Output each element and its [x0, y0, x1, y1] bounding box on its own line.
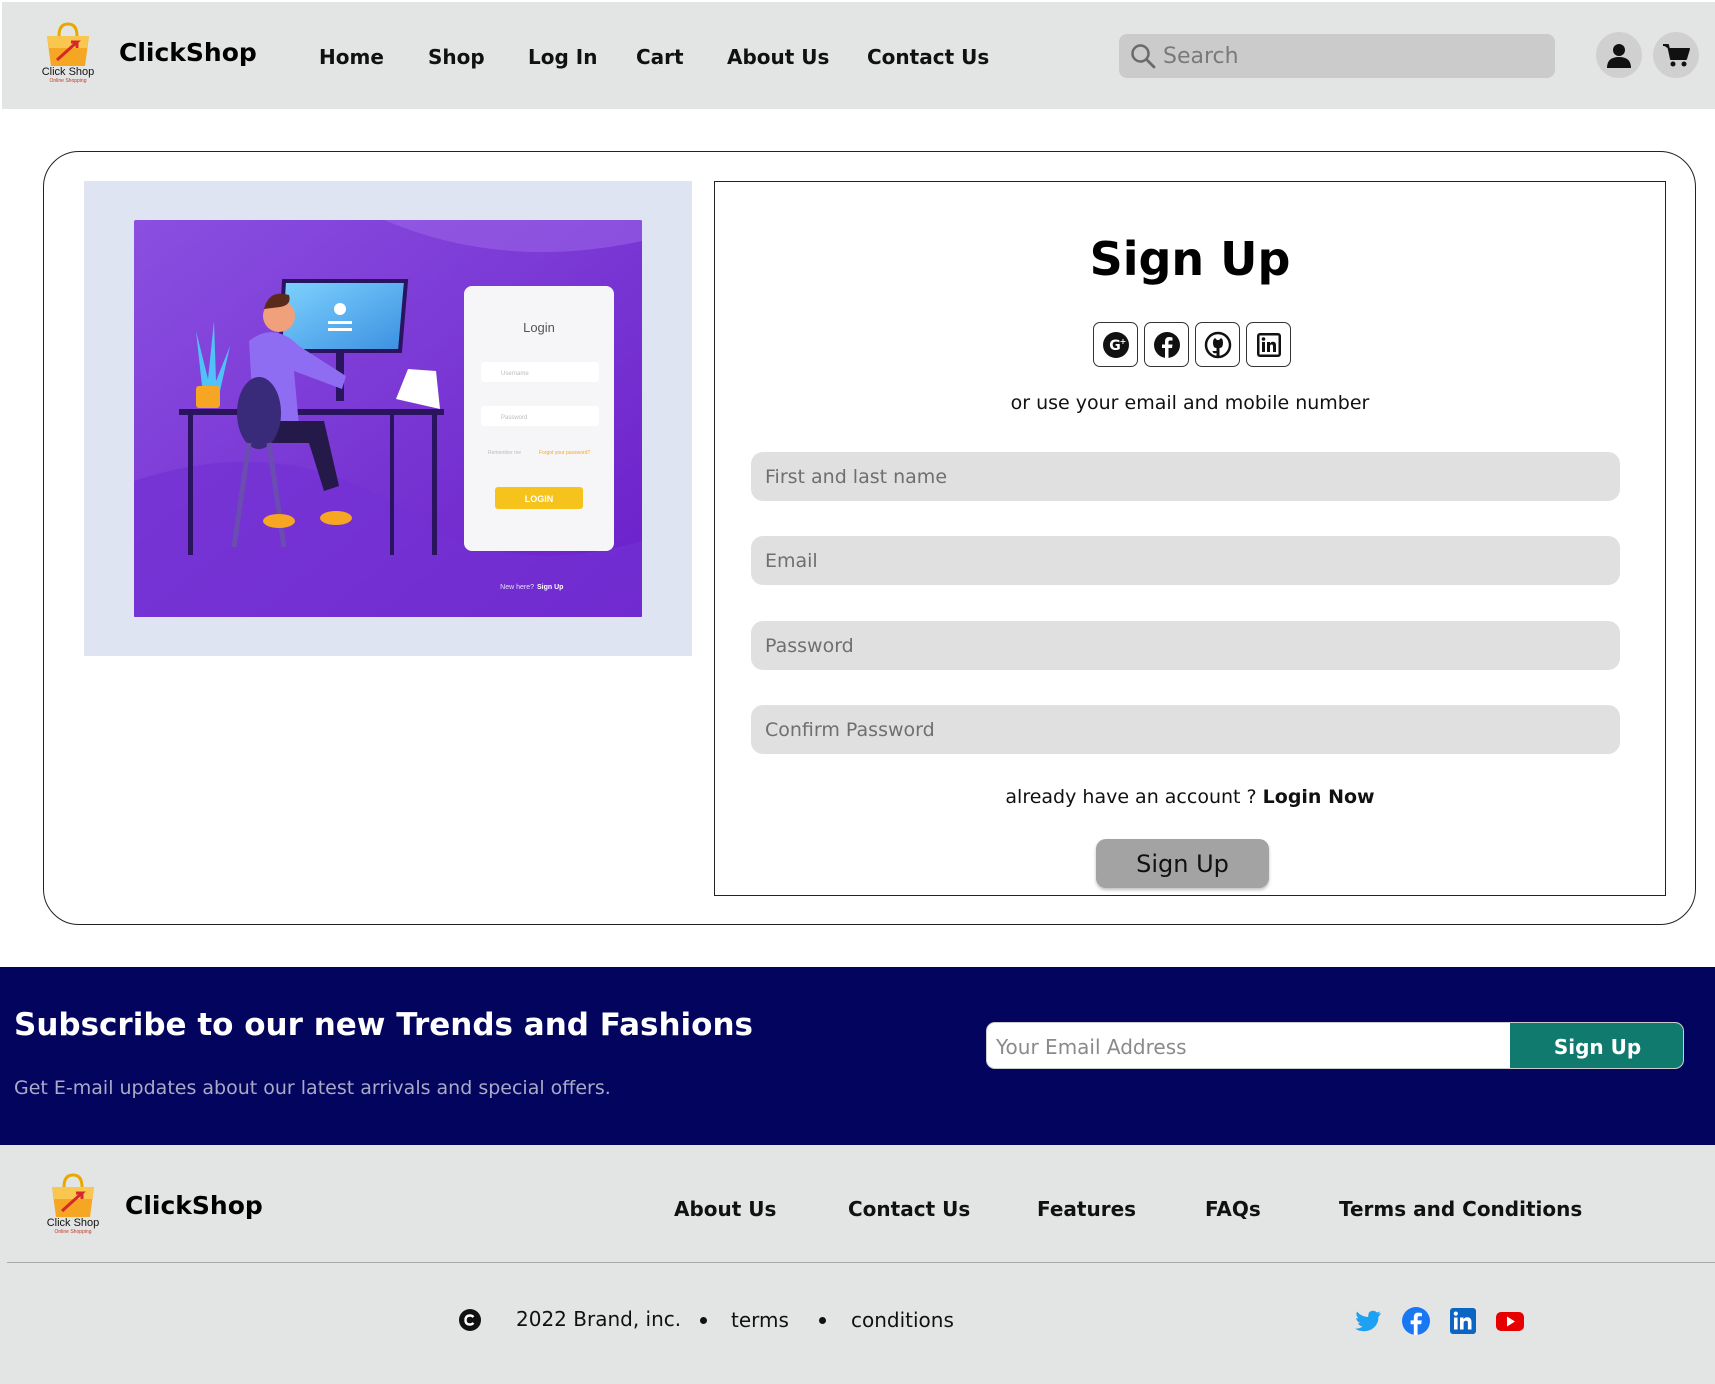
illustration-image: Login Username Password Remember me Forg… [134, 220, 642, 617]
linkedin-icon[interactable] [1448, 1306, 1478, 1336]
search-icon[interactable] [1130, 43, 1156, 69]
github-button[interactable] [1195, 322, 1240, 367]
cart-button[interactable] [1653, 32, 1699, 78]
confirm-password-field[interactable] [751, 705, 1620, 754]
brand-name[interactable]: ClickShop [119, 38, 257, 67]
nav-about-us[interactable]: About Us [727, 45, 829, 69]
footer-link-about-us[interactable]: About Us [674, 1197, 776, 1221]
linkedin-button[interactable] [1246, 322, 1291, 367]
have-account-text: already have an account ? [1005, 786, 1257, 808]
search-input[interactable] [1163, 34, 1543, 78]
illus-new-here: New here? [500, 584, 534, 591]
nav-home[interactable]: Home [319, 45, 384, 69]
nav-shop[interactable]: Shop [428, 45, 485, 69]
newsletter-section: Subscribe to our new Trends and Fashions… [0, 967, 1715, 1145]
illus-username: Username [501, 371, 529, 377]
footer-link-contact-us[interactable]: Contact Us [848, 1197, 970, 1221]
cart-icon [1663, 44, 1690, 67]
illus-forgot: Forgot your password? [539, 450, 590, 456]
login-now-link[interactable]: Login Now [1263, 786, 1375, 808]
signup-form: Sign Up G + or use your email and mobile… [714, 181, 1666, 896]
footer-link-faqs[interactable]: FAQs [1205, 1197, 1261, 1221]
login-prompt: already have an account ? Login Now [715, 786, 1665, 808]
twitter-icon[interactable] [1353, 1306, 1383, 1336]
separator-dot [819, 1317, 826, 1324]
youtube-icon[interactable] [1495, 1306, 1525, 1336]
footer-link-terms-and-conditions[interactable]: Terms and Conditions [1339, 1197, 1582, 1221]
illus-login-title: Login [523, 320, 555, 335]
nav-contact-us[interactable]: Contact Us [867, 45, 989, 69]
footer-brand-name[interactable]: ClickShop [125, 1191, 263, 1220]
illus-sign-up: Sign Up [537, 584, 563, 591]
form-title: Sign Up [1089, 232, 1291, 286]
account-button[interactable] [1596, 32, 1642, 78]
nav-cart[interactable]: Cart [636, 45, 684, 69]
nav-login[interactable]: Log In [528, 45, 597, 69]
facebook-icon[interactable] [1401, 1306, 1431, 1336]
footer-logo-text: Click Shop [46, 1217, 100, 1229]
site-footer: Click Shop Online Shopping ClickShop Abo… [0, 1145, 1715, 1384]
user-icon [1607, 44, 1631, 68]
facebook-icon [1153, 331, 1180, 358]
newsletter-signup-button[interactable]: Sign Up [1510, 1023, 1683, 1068]
logo-text: Click Shop [41, 66, 95, 78]
email-field[interactable] [751, 536, 1620, 585]
social-login-buttons: G + [1093, 322, 1291, 367]
separator-dot [700, 1317, 707, 1324]
shopping-bag-icon [52, 1173, 94, 1217]
name-field[interactable] [751, 452, 1620, 501]
illus-password: Password [501, 415, 527, 421]
search-bar[interactable] [1119, 34, 1555, 78]
illus-login-button: LOGIN [525, 494, 554, 504]
signup-button[interactable]: Sign Up [1096, 839, 1269, 888]
illus-remember: Remember me [488, 450, 521, 456]
newsletter-title: Subscribe to our new Trends and Fashions [14, 1007, 753, 1043]
copyright-text: 2022 Brand, inc. [516, 1307, 682, 1331]
newsletter-email-input[interactable] [987, 1023, 1510, 1068]
site-header: Click Shop Online Shopping ClickShop Hom… [2, 2, 1715, 109]
footer-terms-link[interactable]: terms [731, 1308, 789, 1332]
facebook-button[interactable] [1144, 322, 1189, 367]
google-plus-icon: G + [1102, 331, 1129, 358]
login-illustration: Login Username Password Remember me Forg… [84, 181, 692, 656]
github-icon [1204, 331, 1231, 358]
svg-text:+: + [1119, 337, 1126, 346]
newsletter-subtitle: Get E-mail updates about our latest arri… [14, 1077, 611, 1099]
footer-logo-subtext: Online Shopping [54, 1229, 92, 1235]
footer-logo[interactable]: Click Shop Online Shopping [40, 1173, 106, 1237]
logo-subtext: Online Shopping [49, 78, 87, 84]
footer-conditions-link[interactable]: conditions [851, 1308, 954, 1332]
linkedin-icon [1256, 332, 1281, 357]
copyright-icon [459, 1309, 481, 1331]
footer-link-features[interactable]: Features [1037, 1197, 1136, 1221]
shopping-bag-icon [47, 22, 89, 66]
logo[interactable]: Click Shop Online Shopping [35, 22, 101, 86]
newsletter-form: Sign Up [986, 1022, 1684, 1069]
google-plus-button[interactable]: G + [1093, 322, 1138, 367]
password-field[interactable] [751, 621, 1620, 670]
alt-signup-text: or use your email and mobile number [1010, 392, 1370, 414]
footer-divider [7, 1262, 1715, 1263]
